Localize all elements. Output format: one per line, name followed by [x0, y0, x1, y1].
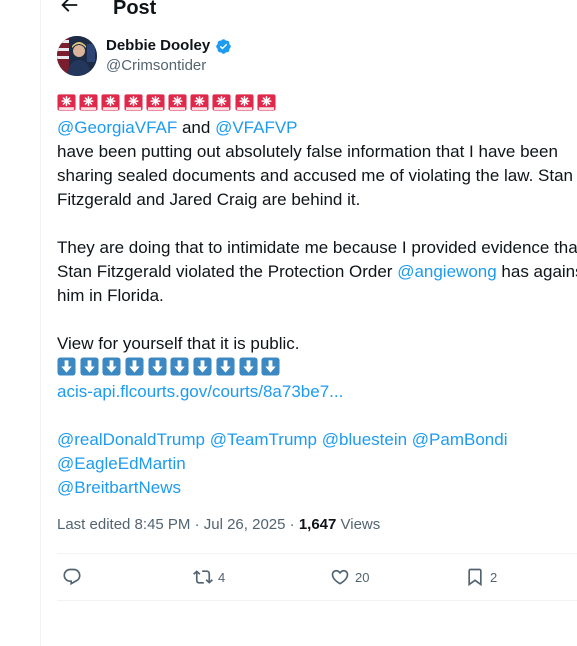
reply-icon — [63, 568, 81, 586]
down-arrow-emoji-icon — [238, 357, 258, 376]
bookmark-icon — [468, 568, 482, 587]
mention-link[interactable]: @PamBondi — [412, 430, 508, 449]
author-name[interactable]: Debbie Dooley — [106, 37, 210, 55]
down-arrow-emoji-icon — [193, 357, 212, 376]
post-header: Post — [0, 0, 577, 19]
author-handle[interactable]: @Crimsontider — [106, 57, 206, 75]
tweet-line: Fitzgerald and Jared Craig are behind it… — [57, 190, 361, 209]
down-arrow-emoji-icon — [102, 357, 121, 376]
tweet-text-segment: and — [177, 118, 216, 137]
views-label: Views — [336, 516, 381, 533]
tweet-line: acis-api.flcourts.gov/courts/8a73be7... — [57, 380, 577, 404]
tweet-text-segment: Stan Fitzgerald violated the Protection … — [57, 262, 398, 281]
bookmark-button[interactable]: 2 — [465, 566, 497, 588]
like-count: 20 — [355, 569, 370, 585]
rotating-light-emoji-icon — [79, 93, 98, 112]
mention-link[interactable]: @angiewong — [397, 262, 497, 281]
reply-button[interactable] — [62, 566, 87, 588]
tweet-text-segment: has against — [501, 262, 577, 281]
retweet-count: 4 — [218, 569, 226, 585]
siren-emoji-row — [57, 92, 577, 116]
down-arrow-emoji-icon — [57, 357, 76, 376]
tweet-line: @BreitbartNews — [57, 476, 577, 500]
timeline-left-border — [40, 0, 41, 646]
rotating-light-emoji-icon — [168, 93, 187, 112]
mention-link[interactable]: @BreitbartNews — [57, 478, 181, 497]
rotating-light-emoji-icon — [146, 93, 165, 112]
views-count: 1,647 — [298, 516, 337, 533]
tweet-line: @EagleEdMartin — [57, 452, 577, 476]
rotating-light-emoji-icon — [212, 93, 231, 112]
avatar[interactable] — [57, 36, 97, 76]
retweet-button[interactable]: 4 — [193, 566, 225, 588]
mention-link[interactable]: @VFAFVP — [215, 118, 297, 137]
mention-link[interactable]: @EagleEdMartin — [57, 454, 186, 473]
tweet-line: Stan Fitzgerald violated the Protection … — [57, 260, 577, 284]
rotating-light-emoji-icon — [57, 93, 76, 112]
external-link[interactable]: acis-api.flcourts.gov/courts/8a73be7... — [57, 382, 343, 401]
down-arrow-emoji-icon — [216, 357, 235, 376]
rotating-light-emoji-icon — [234, 93, 254, 112]
down-arrow-emoji-icon — [148, 357, 167, 376]
tweet-line: @realDonaldTrump @TeamTrump @bluestein @… — [57, 428, 577, 452]
rotating-light-emoji-icon — [124, 93, 143, 112]
down-arrow-emoji-icon — [170, 357, 189, 376]
down-arrow-emoji-icon — [125, 357, 144, 376]
rotating-light-emoji-icon — [101, 93, 120, 112]
heart-icon — [331, 569, 349, 585]
back-arrow-icon[interactable] — [58, 0, 80, 16]
verified-badge-icon — [216, 39, 231, 54]
tweet-text: @GeorgiaVFAF and @VFAFVP have been putti… — [57, 92, 577, 500]
down-arrow-emoji-icon — [261, 357, 280, 376]
down-arrow-emoji-row — [57, 356, 577, 380]
tweet-line: him in Florida. — [57, 286, 164, 305]
rotating-light-emoji-icon — [257, 93, 276, 112]
tweet-line: View for yourself that it is public. — [57, 334, 300, 353]
mention-link[interactable]: @bluestein — [322, 430, 407, 449]
post-meta: Last edited 8:45 PM · Jul 26, 2025 · 1,6… — [57, 516, 380, 534]
tweet-line: have been putting out absolutely false i… — [57, 142, 558, 161]
tweet-line: They are doing that to intimidate me bec… — [57, 238, 577, 257]
divider — [57, 553, 577, 554]
edited-timestamp[interactable]: Last edited 8:45 PM · Jul 26, 2025 · — [57, 516, 299, 533]
page-title: Post — [113, 0, 157, 19]
rotating-light-emoji-icon — [190, 93, 209, 112]
like-button[interactable]: 20 — [330, 566, 369, 588]
divider — [57, 600, 577, 601]
down-arrow-emoji-icon — [80, 357, 99, 376]
bookmark-count: 2 — [490, 569, 498, 585]
mention-link[interactable]: @GeorgiaVFAF — [57, 118, 177, 137]
mention-link[interactable]: @TeamTrump — [210, 430, 317, 449]
retweet-icon — [193, 570, 213, 584]
tweet-line: @GeorgiaVFAF and @VFAFVP — [57, 116, 577, 140]
mention-link[interactable]: @realDonaldTrump — [57, 430, 205, 449]
tweet-line: sharing sealed documents and accused me … — [57, 166, 573, 185]
